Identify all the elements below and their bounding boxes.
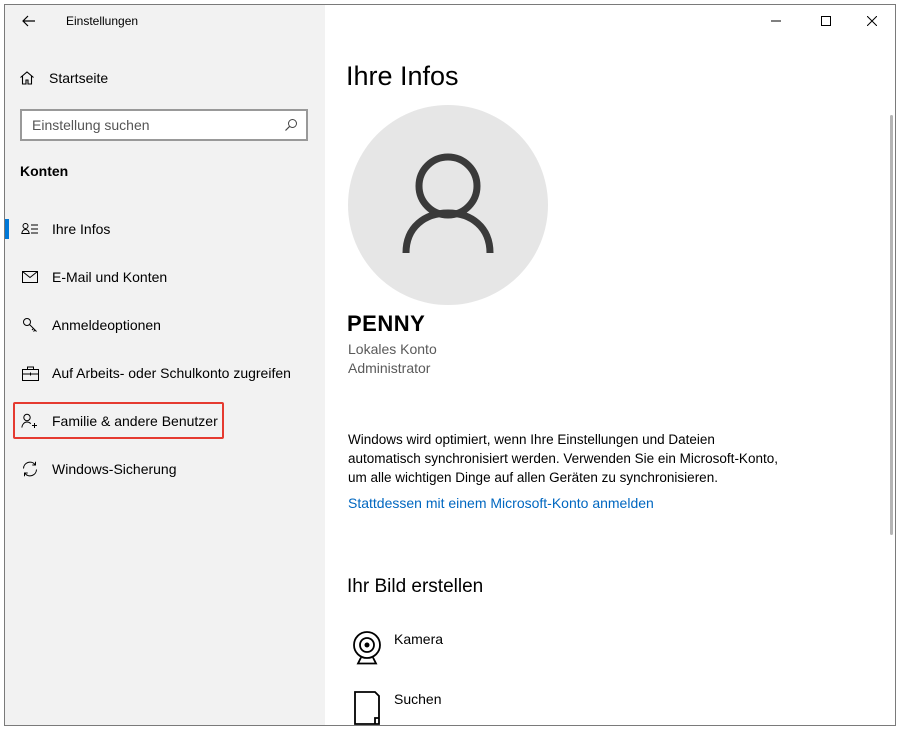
briefcase-icon: [20, 363, 40, 383]
sidebar-item-label: Anmeldeoptionen: [52, 317, 161, 333]
sidebar-item-arbeitskonto[interactable]: Auf Arbeits- oder Schulkonto zugreifen: [5, 349, 325, 397]
sidebar-nav: Ihre Infos E-Mail und Konten Anmeldeopti…: [5, 205, 325, 493]
section-label: Konten: [20, 163, 69, 179]
person-info-icon: [20, 219, 40, 239]
file-icon: [348, 689, 386, 725]
sidebar-item-windows-sicherung[interactable]: Windows-Sicherung: [5, 445, 325, 493]
title-bar: Einstellungen: [5, 5, 325, 37]
sync-description: Windows wird optimiert, wenn Ihre Einste…: [348, 432, 778, 485]
picture-heading: Ihr Bild erstellen: [347, 576, 484, 597]
sidebar-item-label: E-Mail und Konten: [52, 269, 168, 285]
sync-icon: [20, 459, 40, 479]
key-icon: [20, 315, 40, 335]
sidebar-item-label: Auf Arbeits- oder Schulkonto zugreifen: [52, 365, 291, 381]
home-icon: [20, 71, 34, 85]
home-nav-item[interactable]: Startseite: [19, 65, 108, 91]
sidebar-item-label: Ihre Infos: [52, 221, 111, 237]
highlight-box: [13, 402, 224, 439]
avatar: [348, 105, 548, 305]
mail-icon: [20, 267, 40, 287]
sidebar-item-email[interactable]: E-Mail und Konten: [5, 253, 325, 301]
camera-label: Kamera: [394, 631, 444, 647]
microsoft-account-link[interactable]: Stattdessen mit einem Microsoft-Konto an…: [348, 495, 654, 511]
search-input[interactable]: Einstellung suchen: [20, 109, 308, 141]
account-type: Lokales Konto: [348, 341, 437, 357]
browse-label: Suchen: [394, 691, 442, 707]
search-icon[interactable]: [282, 116, 300, 134]
sidebar-item-ihre-infos[interactable]: Ihre Infos: [5, 205, 325, 253]
user-avatar-icon: [402, 153, 494, 254]
scrollbar[interactable]: [890, 115, 893, 535]
camera-option[interactable]: Kamera: [348, 629, 443, 667]
camera-icon: [348, 629, 386, 667]
page-title: Ihre Infos: [346, 61, 459, 91]
back-button[interactable]: [15, 9, 43, 33]
account-role: Administrator: [348, 360, 431, 376]
home-label: Startseite: [49, 70, 109, 86]
search-placeholder: Einstellung suchen: [32, 117, 150, 133]
user-name: PENNY: [347, 311, 426, 336]
app-title: Einstellungen: [66, 14, 139, 28]
browse-option[interactable]: Suchen: [348, 689, 442, 725]
sidebar-item-anmeldeoptionen[interactable]: Anmeldeoptionen: [5, 301, 325, 349]
sidebar: Einstellungen Startseite Einstellung suc…: [5, 5, 325, 725]
back-arrow-icon: [22, 15, 35, 27]
sidebar-item-label: Windows-Sicherung: [52, 461, 177, 477]
settings-window: Einstellungen Startseite Einstellung suc…: [4, 4, 896, 726]
main-content: Ihre Infos PENNY Lokales Konto Administr…: [325, 5, 895, 725]
